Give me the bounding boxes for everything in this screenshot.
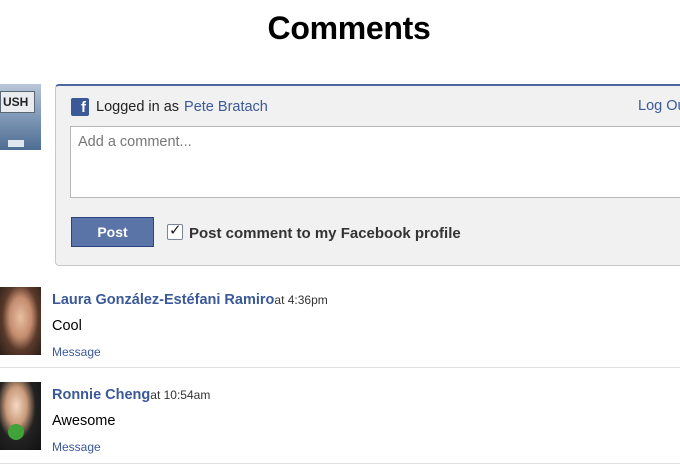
comment-time: at 4:36pm — [274, 293, 328, 307]
comment-author-link[interactable]: Ronnie Cheng — [52, 387, 150, 403]
comment-time: at 10:54am — [150, 388, 211, 402]
login-status: f Logged in as Pete Bratach — [71, 98, 268, 116]
comment-text: Awesome — [52, 413, 116, 429]
post-to-profile-label[interactable]: Post comment to my Facebook profile — [189, 225, 461, 242]
commenter-avatar[interactable] — [0, 287, 41, 355]
post-to-profile-checkbox[interactable]: ✓ — [167, 221, 183, 240]
logged-in-label: Logged in as — [96, 99, 180, 115]
checkmark-icon: ✓ — [169, 221, 182, 239]
comment-meta: Ronnie Chengat 10:54am — [52, 386, 210, 404]
post-button[interactable]: Post — [71, 217, 154, 247]
comment-divider — [0, 367, 680, 368]
comment-text: Cool — [52, 318, 82, 334]
avatar-graphic-detail — [8, 140, 24, 147]
commenter-avatar[interactable] — [0, 382, 41, 450]
comment-input[interactable] — [70, 126, 680, 198]
avatar-graphic-detail — [8, 424, 24, 440]
logged-in-user-link[interactable]: Pete Bratach — [184, 99, 268, 115]
message-link[interactable]: Message — [52, 345, 101, 359]
avatar-sign-graphic: USH — [0, 91, 35, 113]
facebook-icon: f — [71, 98, 89, 116]
page-title: Comments — [267, 10, 431, 46]
comment-composer: f Logged in as Pete Bratach Log Out Post… — [55, 84, 680, 266]
current-user-avatar: USH — [0, 84, 41, 150]
comment-meta: Laura González-Estéfani Ramiroat 4:36pm — [52, 291, 328, 309]
comment-author-link[interactable]: Laura González-Estéfani Ramiro — [52, 292, 274, 308]
comment-divider — [0, 463, 680, 464]
message-link[interactable]: Message — [52, 440, 101, 454]
logout-link[interactable]: Log Out — [638, 98, 680, 114]
